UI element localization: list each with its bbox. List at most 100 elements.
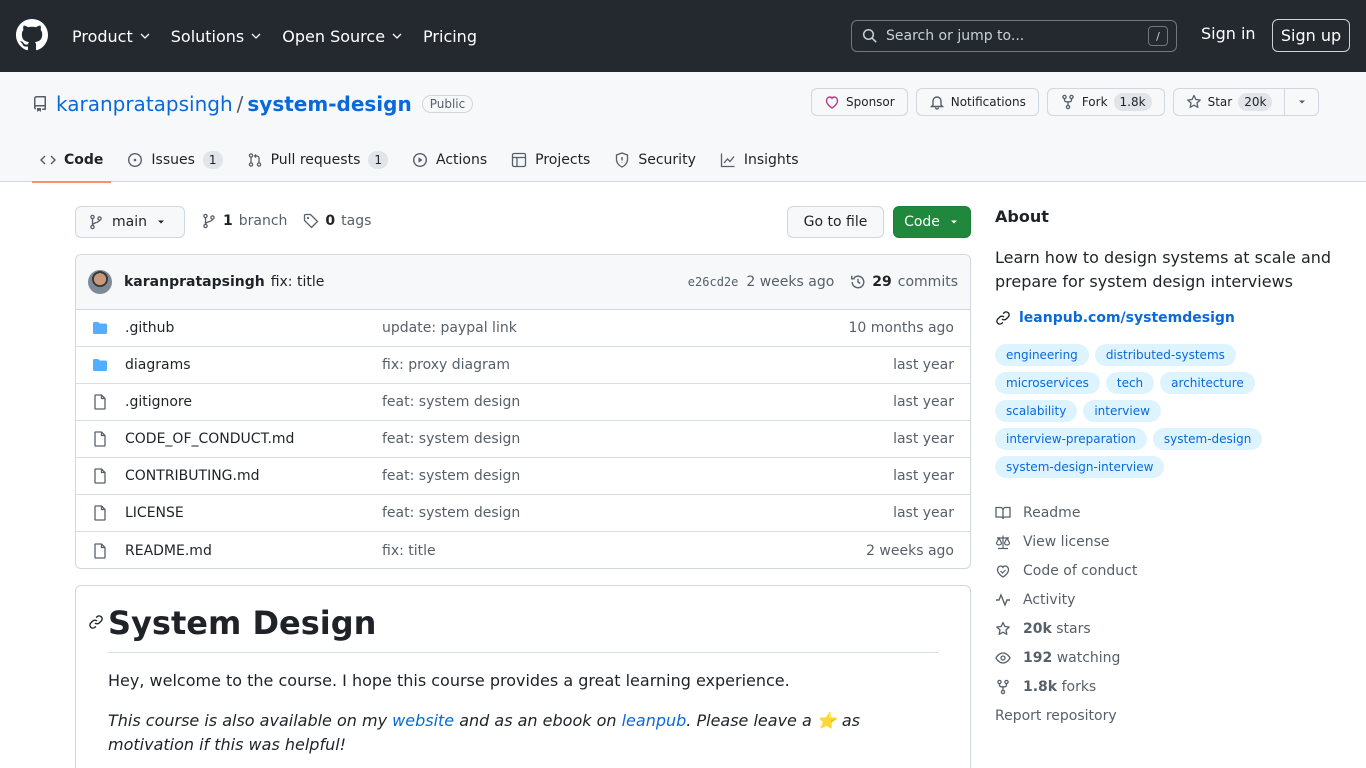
file-name-link[interactable]: .gitignore bbox=[125, 394, 382, 410]
repo-owner-link[interactable]: karanpratapsingh bbox=[56, 92, 233, 116]
github-logo-icon[interactable] bbox=[16, 19, 48, 51]
readme-link[interactable]: Readme bbox=[995, 498, 1335, 527]
notifications-button[interactable]: Notifications bbox=[915, 88, 1039, 116]
tab-insights[interactable]: Insights bbox=[712, 137, 807, 182]
table-row[interactable]: CODE_OF_CONDUCT.md feat: system design las… bbox=[76, 421, 970, 458]
go-to-file-button[interactable]: Go to file bbox=[787, 206, 884, 238]
topic-tag[interactable]: distributed-systems bbox=[1094, 344, 1236, 366]
nav-solutions[interactable]: Solutions bbox=[171, 27, 263, 46]
nav-pricing[interactable]: Pricing bbox=[423, 27, 477, 46]
file-commit-message[interactable]: fix: title bbox=[382, 543, 866, 559]
tab-actions[interactable]: Actions bbox=[404, 137, 495, 182]
topic-tag[interactable]: microservices bbox=[995, 372, 1100, 394]
branch-name: main bbox=[112, 214, 147, 230]
topic-tag[interactable]: tech bbox=[1105, 372, 1155, 394]
table-row[interactable]: CONTRIBUTING.md feat: system design last y… bbox=[76, 458, 970, 495]
tab-pull-requests[interactable]: Pull requests 1 bbox=[239, 137, 396, 182]
readme-intro: Hey, welcome to the course. I hope this … bbox=[108, 671, 790, 690]
tab-projects[interactable]: Projects bbox=[503, 137, 598, 182]
file-name-link[interactable]: .github bbox=[125, 320, 382, 336]
tab-code[interactable]: Code bbox=[32, 137, 112, 183]
readme-availability: This course is also available on my webs… bbox=[108, 709, 938, 757]
star-icon bbox=[996, 621, 1010, 635]
global-nav: Product Solutions Open Source Pricing bbox=[72, 0, 477, 72]
table-row[interactable]: .gitignore feat: system design last year bbox=[76, 384, 970, 421]
file-name-link[interactable]: CONTRIBUTING.md bbox=[125, 468, 382, 484]
topic-tag[interactable]: architecture bbox=[1160, 372, 1255, 394]
code-dropdown-button[interactable]: Code bbox=[893, 206, 971, 238]
pulse-icon bbox=[996, 592, 1010, 607]
tag-count-label: tags bbox=[341, 213, 372, 229]
activity-link[interactable]: Activity bbox=[995, 585, 1335, 614]
file-commit-message[interactable]: feat: system design bbox=[382, 505, 893, 521]
topic-tag[interactable]: engineering bbox=[995, 344, 1089, 366]
branch-selector[interactable]: main bbox=[75, 206, 185, 238]
nav-product[interactable]: Product bbox=[72, 27, 151, 46]
file-commit-message[interactable]: feat: system design bbox=[382, 431, 893, 447]
about-sidebar: About Learn how to design systems at sca… bbox=[995, 207, 1335, 730]
forks-link[interactable]: 1.8k forks bbox=[995, 672, 1335, 701]
nav-open-source[interactable]: Open Source bbox=[282, 27, 403, 46]
eye-icon bbox=[995, 651, 1011, 664]
topic-tag[interactable]: system-design bbox=[1152, 428, 1263, 450]
branch-icon bbox=[203, 213, 215, 229]
sign-up-button[interactable]: Sign up bbox=[1272, 19, 1350, 52]
report-repository-link[interactable]: Report repository bbox=[995, 701, 1335, 730]
file-commit-message[interactable]: feat: system design bbox=[382, 394, 893, 410]
watchers-link[interactable]: 192 watching bbox=[995, 643, 1335, 672]
search-input[interactable]: Search or jump to... / bbox=[851, 20, 1177, 52]
stars-link[interactable]: 20k stars bbox=[995, 614, 1335, 643]
topic-tag[interactable]: interview-preparation bbox=[995, 428, 1147, 450]
table-row[interactable]: .github update: paypal link 10 months ago bbox=[76, 310, 970, 347]
file-name-link[interactable]: LICENSE bbox=[125, 505, 382, 521]
nav-pricing-label: Pricing bbox=[423, 26, 477, 46]
file-name-link[interactable]: README.md bbox=[125, 543, 382, 559]
repo-name-link[interactable]: system-design bbox=[247, 92, 411, 116]
search-placeholder: Search or jump to... bbox=[886, 28, 1025, 44]
tab-issues[interactable]: Issues 1 bbox=[119, 137, 230, 182]
website-url-link[interactable]: leanpub.com/systemdesign bbox=[995, 310, 1335, 326]
repo-meta-list: Readme View license Code of conduct Acti… bbox=[995, 498, 1335, 701]
code-of-conduct-link[interactable]: Code of conduct bbox=[995, 556, 1335, 585]
table-row[interactable]: diagrams fix: proxy diagram last year bbox=[76, 347, 970, 384]
star-button[interactable]: Star 20k bbox=[1174, 89, 1285, 115]
fork-button[interactable]: Fork 1.8k bbox=[1046, 88, 1165, 116]
link-icon[interactable] bbox=[88, 614, 104, 630]
file-commit-message[interactable]: update: paypal link bbox=[382, 320, 849, 336]
star-list-dropdown[interactable] bbox=[1284, 89, 1318, 115]
file-name-link[interactable]: CODE_OF_CONDUCT.md bbox=[125, 431, 382, 447]
file-name-link[interactable]: diagrams bbox=[125, 357, 382, 373]
chevron-down-icon bbox=[140, 33, 150, 39]
file-commit-message[interactable]: feat: system design bbox=[382, 468, 893, 484]
branches-link[interactable]: 1 branch bbox=[201, 213, 287, 229]
chevron-down-icon bbox=[251, 33, 261, 39]
commit-message[interactable]: fix: title bbox=[271, 274, 688, 290]
sign-in-link[interactable]: Sign in bbox=[1201, 24, 1256, 43]
branch-count-label: branch bbox=[238, 213, 288, 229]
topic-tag[interactable]: interview bbox=[1083, 400, 1161, 422]
topic-tag[interactable]: scalability bbox=[995, 400, 1078, 422]
file-commit-time: last year bbox=[893, 468, 954, 484]
tags-link[interactable]: 0 tags bbox=[303, 213, 371, 229]
commits-history-link[interactable]: 29 commits bbox=[850, 274, 958, 290]
repo-tabs: Code Issues 1 Pull requests 1 Actions Pr… bbox=[32, 137, 815, 183]
table-row[interactable]: README.md fix: title 2 weeks ago bbox=[76, 532, 970, 568]
branch-info: 1 branch 0 tags bbox=[201, 213, 371, 229]
avatar[interactable] bbox=[88, 270, 112, 294]
repo-icon bbox=[33, 96, 46, 112]
file-commit-message[interactable]: fix: proxy diagram bbox=[382, 357, 893, 373]
table-row[interactable]: LICENSE feat: system design last year bbox=[76, 495, 970, 532]
commit-sha[interactable]: e26cd2e bbox=[688, 275, 739, 289]
graph-icon bbox=[720, 153, 735, 167]
commit-author[interactable]: karanpratapsingh bbox=[124, 274, 265, 290]
issue-icon bbox=[128, 152, 143, 167]
file-browser: karanpratapsingh fix: title e26cd2e 2 we… bbox=[75, 254, 971, 569]
topic-tag[interactable]: system-design-interview bbox=[995, 456, 1165, 478]
license-link[interactable]: View license bbox=[995, 527, 1335, 556]
triangle-down-icon bbox=[1298, 100, 1305, 104]
website-link[interactable]: website bbox=[392, 711, 454, 730]
tag-icon bbox=[304, 213, 319, 229]
leanpub-link[interactable]: leanpub bbox=[622, 711, 687, 730]
sponsor-button[interactable]: Sponsor bbox=[811, 88, 908, 116]
tab-security[interactable]: Security bbox=[606, 137, 704, 182]
